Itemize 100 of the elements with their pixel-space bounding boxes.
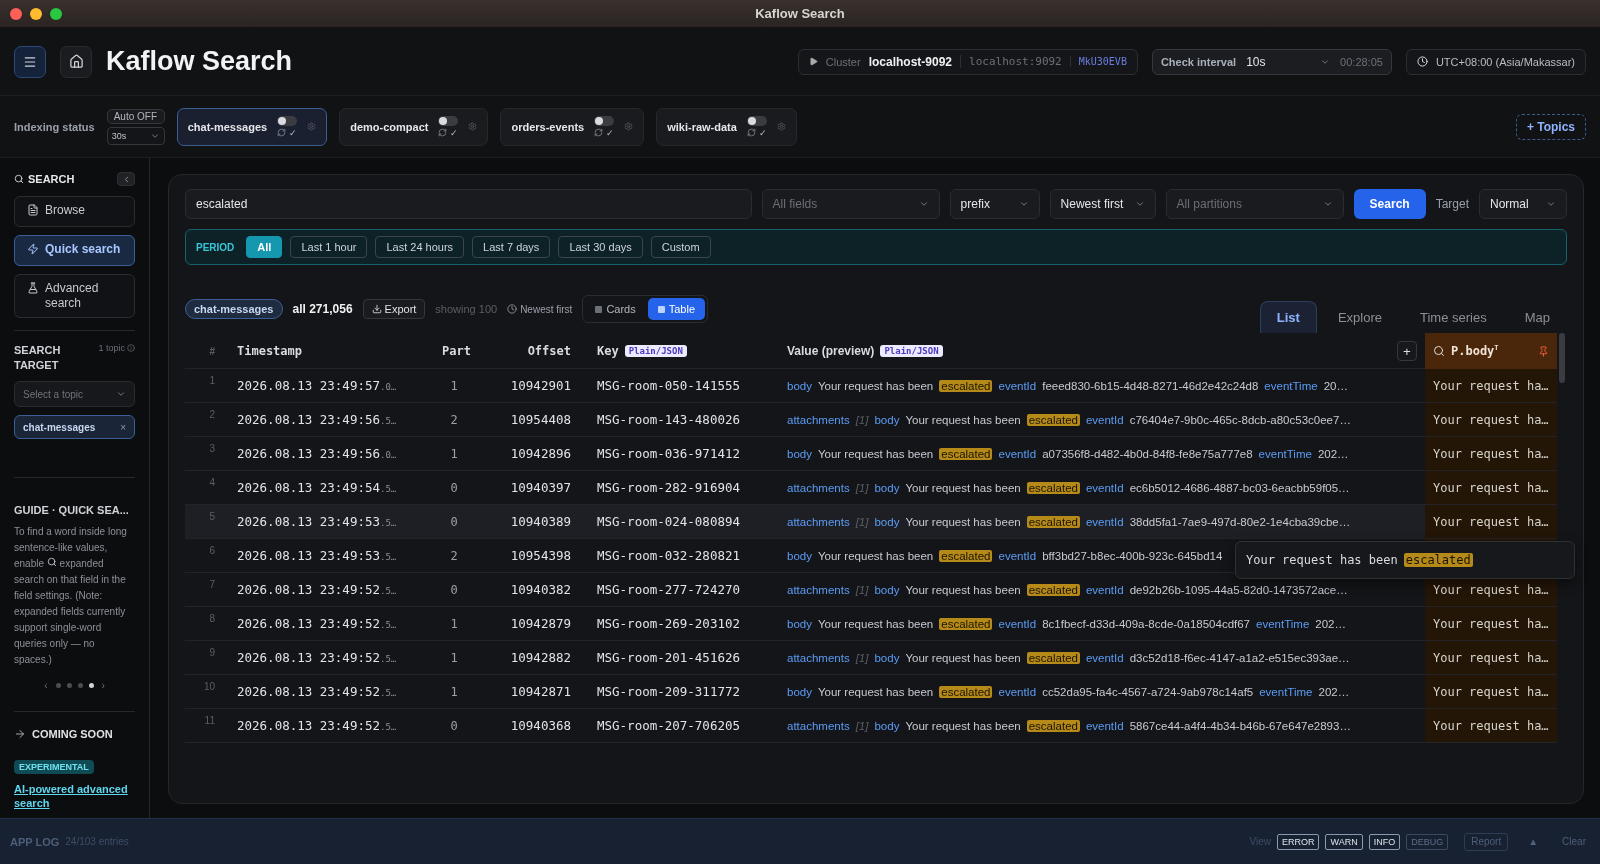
clock-icon [507,304,518,314]
feature-link[interactable]: AI-powered advanced search [14,782,135,810]
partitions-select[interactable]: All partitions [1165,189,1344,219]
column-header: # [208,345,216,357]
offset-cell-text: 10942896 [509,446,572,461]
refresh-icon[interactable] [438,128,448,137]
pinned-column-header[interactable]: P.body$^{T}$ [1425,333,1557,369]
menu-icon [23,54,37,69]
table-row[interactable]: 8 2026.08.13 23:49:52.5… 1 10942879 MSG-room-269-203102 body Your request has been escalated eventId 8c1fbecf-d33d-409a-8cde-0a18504cdf67 eventTime 202… Your request ha… [185,607,1557,641]
level-filter[interactable]: INFO [1368,833,1401,850]
page-dot[interactable] [88,683,94,688]
status-check: ✓ [450,127,459,138]
view-toggle[interactable]: Table [647,298,705,320]
indexing-toggle[interactable] [438,115,459,126]
play-icon[interactable] [808,57,818,66]
minimize-icon[interactable] [30,7,42,20]
table-row[interactable]: 1 2026.08.13 23:49:57.0… 1 10942901 MSG-room-050-141555 body Your request has been escalated eventId feeed830-6b15-4d48-8271-46d2e42c24d8 eventTime 20… Your request ha… [185,369,1557,403]
topic-chip[interactable]: wiki-raw-data ✓ [656,107,797,146]
field-value: cc52da95-fa4c-4567-a724-9ab978c14af5 [1042,685,1254,698]
sort-select[interactable]: Newest first [1049,189,1156,219]
cluster-label: Cluster [825,55,861,68]
period-option[interactable]: Last 1 hour [290,236,368,258]
field-name: body [874,413,900,426]
close-icon[interactable] [10,7,22,20]
table-row[interactable]: 2 2026.08.13 23:49:56.5… 2 10954408 MSG-room-143-480026 attachments [1] body Your request has been escalated eventId c76404e7-9b0c-465c-8dcb-a80c53c0ee7… Your request ha… [185,403,1557,437]
view-tab[interactable]: Time series [1403,301,1504,333]
field-name: eventId [1085,719,1124,732]
field-name: eventId [998,549,1037,562]
auto-badge[interactable]: Auto OFF [106,108,165,124]
add-column-button[interactable]: + [1397,341,1417,361]
pinned-cell: Your request ha… [1425,641,1557,674]
indexing-toggle[interactable] [277,115,298,126]
pinned-cell: Your request ha… [1425,369,1557,402]
sidebar-heading: SEARCH [28,173,76,185]
target-select[interactable]: Normal [1479,189,1567,219]
maximize-icon[interactable] [50,7,62,20]
previous-button[interactable]: ‹ [42,680,50,691]
period-option[interactable]: Last 7 days [472,236,551,258]
view-tab[interactable]: Map [1507,301,1567,333]
field-name: attachments [787,651,850,664]
indexing-toggle[interactable] [594,115,615,126]
field-value: ec6b5012-4686-4887-bc03-6eacbb59f05… [1129,481,1350,494]
nav-item[interactable]: Browse [14,196,135,227]
add-topics-button[interactable]: + Topics [1515,113,1586,140]
page-dot[interactable] [55,683,61,688]
table-row[interactable]: 5 2026.08.13 23:49:53.5… 0 10940389 MSG-room-024-080894 attachments [1] body Your request has been escalated eventId 38dd5fa1-7ae9-497d-80e2-1e4cba39cbe… Your request ha… [185,505,1557,539]
array-count: [1] [855,515,869,528]
topic-select[interactable]: Select a topic [14,381,135,407]
field-name: eventId [998,685,1037,698]
table-row[interactable]: 11 2026.08.13 23:49:52.5… 0 10940368 MSG-room-207-706205 attachments [1] body Your request has been escalated eventId 5867ce44-a4f4-4b34-b46b-67e647e2893… Your request ha… [185,709,1557,743]
topic-chip[interactable]: demo-compact ✓ [339,107,489,146]
check-interval-select[interactable]: Check interval 10s 00:28:05 [1151,48,1392,75]
level-filter[interactable]: WARN [1325,833,1363,850]
format-badge[interactable]: Plain/JSON [624,345,687,357]
scrollbar-thumb[interactable] [1559,333,1565,383]
field-name: body [874,515,900,528]
page-dot[interactable] [77,683,83,688]
remove-button[interactable]: × [120,421,126,433]
topic-chip[interactable]: chat-messages ✓ [176,107,328,146]
nav-item[interactable]: Quick search [14,235,135,266]
row-number: 6 [208,544,216,556]
nav-item[interactable]: Advanced search [14,274,135,318]
export-button[interactable]: Export [362,299,426,319]
tooltip-text: Your request has been [1246,553,1398,567]
search-button[interactable]: Search [1353,189,1426,219]
table-row[interactable]: 10 2026.08.13 23:49:52.5… 1 10942871 MSG-room-209-311772 body Your request has been escalated eventId cc52da95-fa4c-4567-a724-9ab978c14af5 eventTime 202… Your request ha… [185,675,1557,709]
page-dot[interactable] [66,683,72,688]
refresh-icon[interactable] [277,128,287,137]
field-value: Your request has been [817,447,934,460]
topic-chip[interactable]: orders-events ✓ [500,107,645,146]
view-tab[interactable]: Explore [1320,301,1399,333]
search-icon [1433,345,1445,357]
offset-cell-text: 10940389 [509,514,572,529]
section-heading: SEARCH TARGET [14,343,61,373]
view-toggle[interactable]: Cards [585,298,646,320]
mode-select[interactable]: prefix [949,189,1040,219]
refresh-icon[interactable] [594,128,604,137]
caret-icon [1134,199,1145,209]
field-value: Your request has been [905,413,1021,426]
refresh-icon[interactable] [746,128,756,137]
view-tab[interactable]: List [1259,301,1317,333]
next-button[interactable]: › [99,680,107,691]
period-option[interactable]: Last 24 hours [375,236,465,258]
offset-cell-text: 10940397 [509,480,572,495]
pin-icon[interactable] [1538,345,1549,357]
indexing-toggle[interactable] [746,115,767,126]
interval-select[interactable]: 30s [106,126,165,145]
table-row[interactable]: 3 2026.08.13 23:49:56.0… 1 10942896 MSG-room-036-971412 body Your request has been escalated eventId a07356f8-d482-4b0d-84f8-fe8e75a777e8 eventTime 202… Your request ha… [185,437,1557,471]
level-filter[interactable]: ERROR [1276,833,1320,850]
info-icon[interactable] [127,344,135,352]
period-option[interactable]: Last 30 days [558,236,643,258]
partition-cell-text: 1 [449,684,459,699]
fields-select[interactable]: All fields [761,189,940,219]
search-field[interactable]: escalated [185,189,752,219]
period-option[interactable]: Custom [650,236,711,258]
field-name: eventId [1085,515,1124,528]
menu-button[interactable] [14,45,46,78]
home-button[interactable] [60,45,92,78]
table-row[interactable]: 9 2026.08.13 23:49:52.5… 1 10942882 MSG-room-201-451626 attachments [1] body Your request has been escalated eventId d3c52d18-f6ec-4147-a1a2-e515ec393ae… Your request ha… [185,641,1557,675]
format-badge[interactable]: Plain/JSON [880,345,943,357]
